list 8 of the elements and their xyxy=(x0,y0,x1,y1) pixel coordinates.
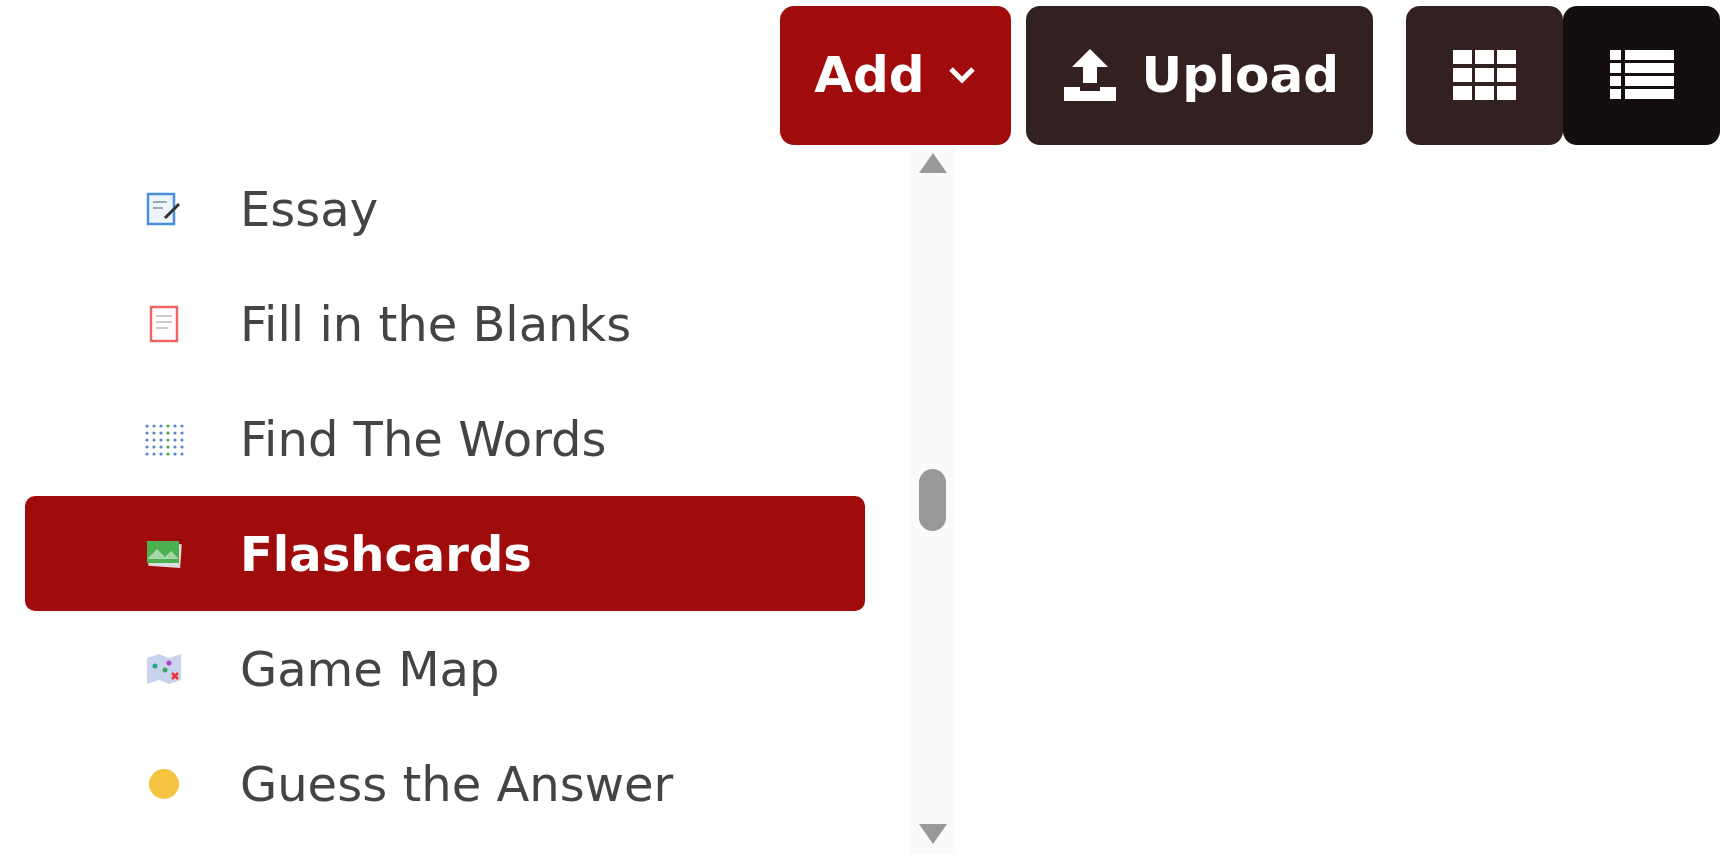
menu-item[interactable]: Flashcards xyxy=(25,496,865,611)
menu-item[interactable]: Essay xyxy=(25,151,865,266)
upload-button[interactable]: Upload xyxy=(1025,5,1373,145)
menu-item[interactable]: Fill in the Blanks xyxy=(25,266,865,381)
menu-item[interactable]: Guess the Answer xyxy=(25,726,865,841)
menu-item[interactable]: Find The Words xyxy=(25,381,865,496)
add-button[interactable]: Add xyxy=(780,5,1011,145)
menu-item[interactable]: Game Map xyxy=(25,611,865,726)
